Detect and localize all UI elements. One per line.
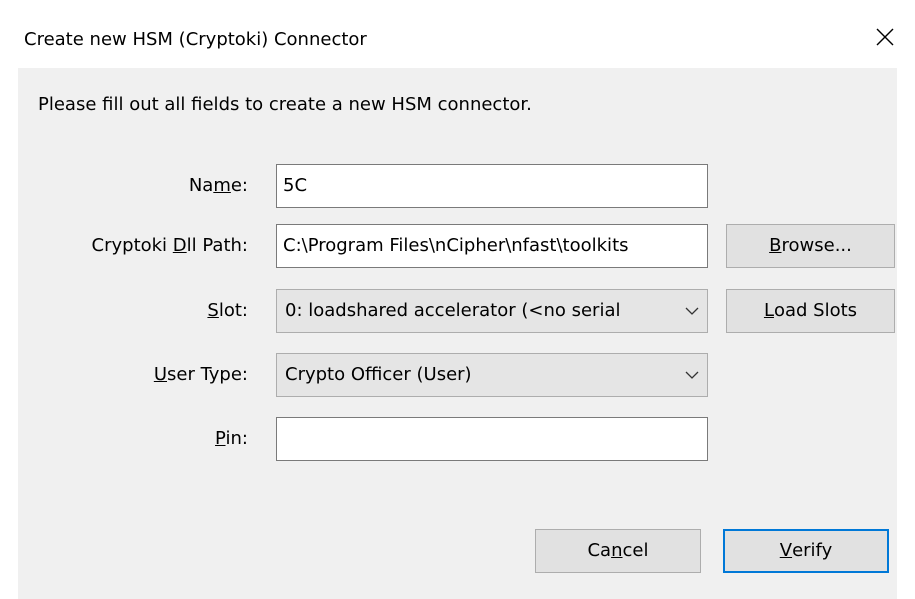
user-type-dropdown[interactable]: Crypto Officer (User) [276,353,708,397]
slot-selected-value: 0: loadshared accelerator (<no serial [285,300,621,321]
cancel-button[interactable]: Ca n cel [535,529,701,573]
dll-path-input[interactable]: C:\Program Files\nCipher\nfast\toolkits [276,224,708,268]
instructions-text: Please fill out all fields to create a n… [38,94,532,115]
pin-input[interactable] [276,417,708,461]
name-label: Name: [188,175,248,196]
name-input[interactable]: 5C [276,164,708,208]
user-type-selected-value: Crypto Officer (User) [285,364,472,385]
title-bar: Create new HSM (Cryptoki) Connector [0,0,915,68]
close-icon [876,28,894,46]
slot-dropdown[interactable]: 0: loadshared accelerator (<no serial [276,289,708,333]
window-title: Create new HSM (Cryptoki) Connector [24,29,367,50]
browse-button[interactable]: Browse... [726,224,895,268]
close-button[interactable] [870,22,900,52]
pin-label: Pin: [215,428,248,449]
name-input-value: 5C [283,175,308,196]
load-slots-button[interactable]: Load Slots [726,289,895,333]
chevron-down-icon [677,354,707,396]
verify-button[interactable]: Verify [723,529,889,573]
chevron-down-icon [677,290,707,332]
dll-path-label: Cryptoki Dll Path: [91,235,248,256]
dll-path-input-value: C:\Program Files\nCipher\nfast\toolkits [283,235,629,256]
slot-label: Slot: [207,300,248,321]
user-type-label: User Type: [153,364,248,385]
dialog-client-area: Please fill out all fields to create a n… [18,68,897,599]
